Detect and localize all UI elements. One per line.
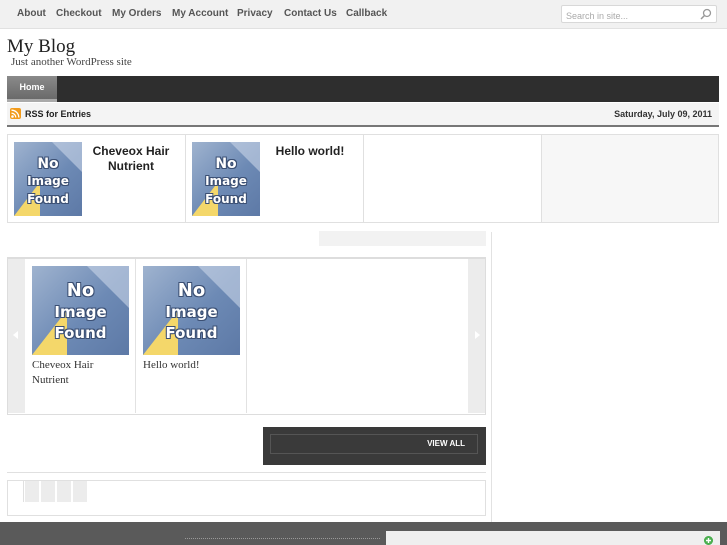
current-date: Saturday, July 09, 2011 [614,109,712,119]
carousel-prev-button[interactable] [8,259,25,413]
carousel-next-button[interactable] [468,259,485,413]
plus-icon[interactable] [704,536,713,545]
no-image-thumbnail[interactable]: No Image Found [143,266,240,355]
widget-tab[interactable] [57,481,71,502]
featured-post-cell: No Image Found Cheveox Hair Nutrient [8,135,186,222]
main-navigation-bar [7,76,719,102]
search-icon[interactable] [700,8,712,20]
carousel-item: No Image Found Hello world! [137,259,247,413]
chevron-right-icon [475,331,480,339]
featured-post-title[interactable]: Hello world! [268,144,352,159]
section-tab-strip [319,231,486,246]
no-image-thumbnail[interactable]: No Image Found [192,142,260,216]
info-bar [7,103,719,127]
view-all-button[interactable]: VIEW ALL [427,435,465,453]
topnav-my-orders-link[interactable]: My Orders [112,0,161,28]
site-title[interactable]: My Blog [7,36,75,58]
featured-post-cell: No Image Found Hello world! [186,135,364,222]
divider [7,472,486,473]
topnav-contact-us-link[interactable]: Contact Us [284,0,337,28]
carousel-item-caption[interactable]: Cheveox Hair Nutrient [32,358,128,388]
nav-home-tab[interactable]: Home [7,76,57,102]
topnav-callback-link[interactable]: Callback [346,0,387,28]
carousel-item: No Image Found Cheveox Hair Nutrient [26,259,136,413]
column-divider [491,232,492,522]
topnav-checkout-link[interactable]: Checkout [56,0,102,28]
site-description: Just another WordPress site [11,56,132,68]
search-box [561,5,717,24]
widget-tab[interactable] [25,481,39,502]
widget-tab[interactable] [73,481,87,502]
search-input[interactable] [562,8,694,24]
no-image-thumbnail[interactable]: No Image Found [14,142,82,216]
chevron-left-icon [13,331,18,339]
view-all-frame: VIEW ALL [270,434,478,454]
rss-icon[interactable] [10,108,21,119]
widget-tab-active[interactable] [8,481,24,502]
topnav-my-account-link[interactable]: My Account [172,0,228,28]
footer-divider [185,538,380,539]
topnav-privacy-link[interactable]: Privacy [237,0,273,28]
featured-post-cell-empty [364,135,542,222]
carousel-item-caption[interactable]: Hello world! [143,358,239,373]
featured-posts-grid: No Image Found Cheveox Hair Nutrient No … [7,134,719,223]
featured-post-cell-empty [542,135,718,222]
rss-entries-link[interactable]: RSS for Entries [25,103,91,125]
footer-panel [386,531,720,545]
no-image-thumbnail[interactable]: No Image Found [32,266,129,355]
featured-post-title[interactable]: Cheveox Hair Nutrient [90,144,172,174]
widget-tab[interactable] [41,481,55,502]
topnav-about-link[interactable]: About [17,0,46,28]
